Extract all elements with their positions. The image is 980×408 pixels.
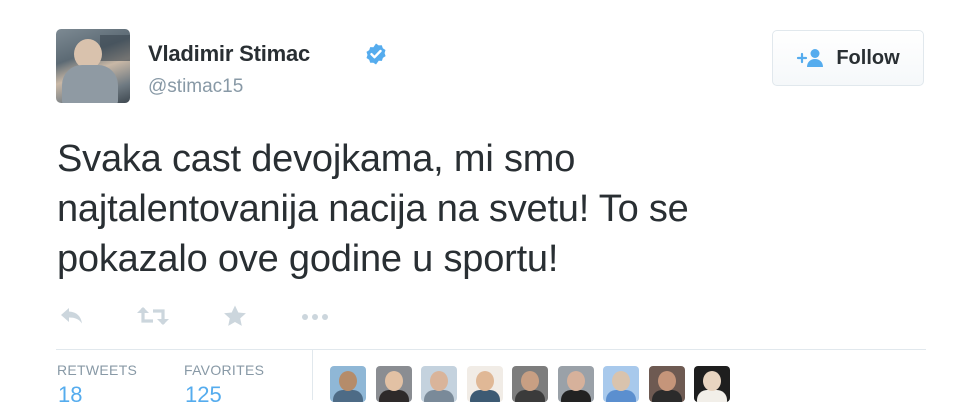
favoriter-avatar[interactable]: [421, 366, 457, 402]
favorites-label: FAVORITES: [184, 362, 265, 378]
retweets-label: RETWEETS: [57, 362, 138, 378]
favoriter-avatar[interactable]: [648, 366, 685, 402]
more-icon[interactable]: [300, 304, 330, 328]
retweets-count[interactable]: 18: [58, 382, 82, 408]
stats-vertical-divider: [312, 350, 313, 400]
stats-divider: [56, 349, 926, 350]
retweet-icon[interactable]: [136, 304, 170, 328]
favorites-count[interactable]: 125: [185, 382, 222, 408]
favoriter-avatar[interactable]: [466, 366, 503, 402]
favoriter-avatar[interactable]: [512, 366, 548, 402]
reply-icon[interactable]: [58, 304, 86, 328]
follow-button[interactable]: Follow: [772, 30, 924, 86]
avatar[interactable]: [56, 29, 130, 103]
verified-badge-icon: [366, 43, 386, 65]
author-handle[interactable]: @stimac15: [148, 76, 243, 98]
favoriter-avatar[interactable]: [375, 366, 412, 402]
favoriter-avatar[interactable]: [330, 366, 366, 402]
favoriter-avatar[interactable]: [694, 366, 730, 402]
author-name[interactable]: Vladimir Stimac: [148, 41, 310, 67]
tweet-text: Svaka cast devojkama, mi smo najtalentov…: [57, 138, 689, 280]
follow-button-label: Follow: [836, 46, 900, 69]
favoriter-avatar[interactable]: [603, 366, 639, 402]
favorite-icon[interactable]: [222, 304, 248, 328]
follow-user-plus-icon: [797, 49, 824, 67]
favoriter-avatar[interactable]: [557, 366, 594, 402]
